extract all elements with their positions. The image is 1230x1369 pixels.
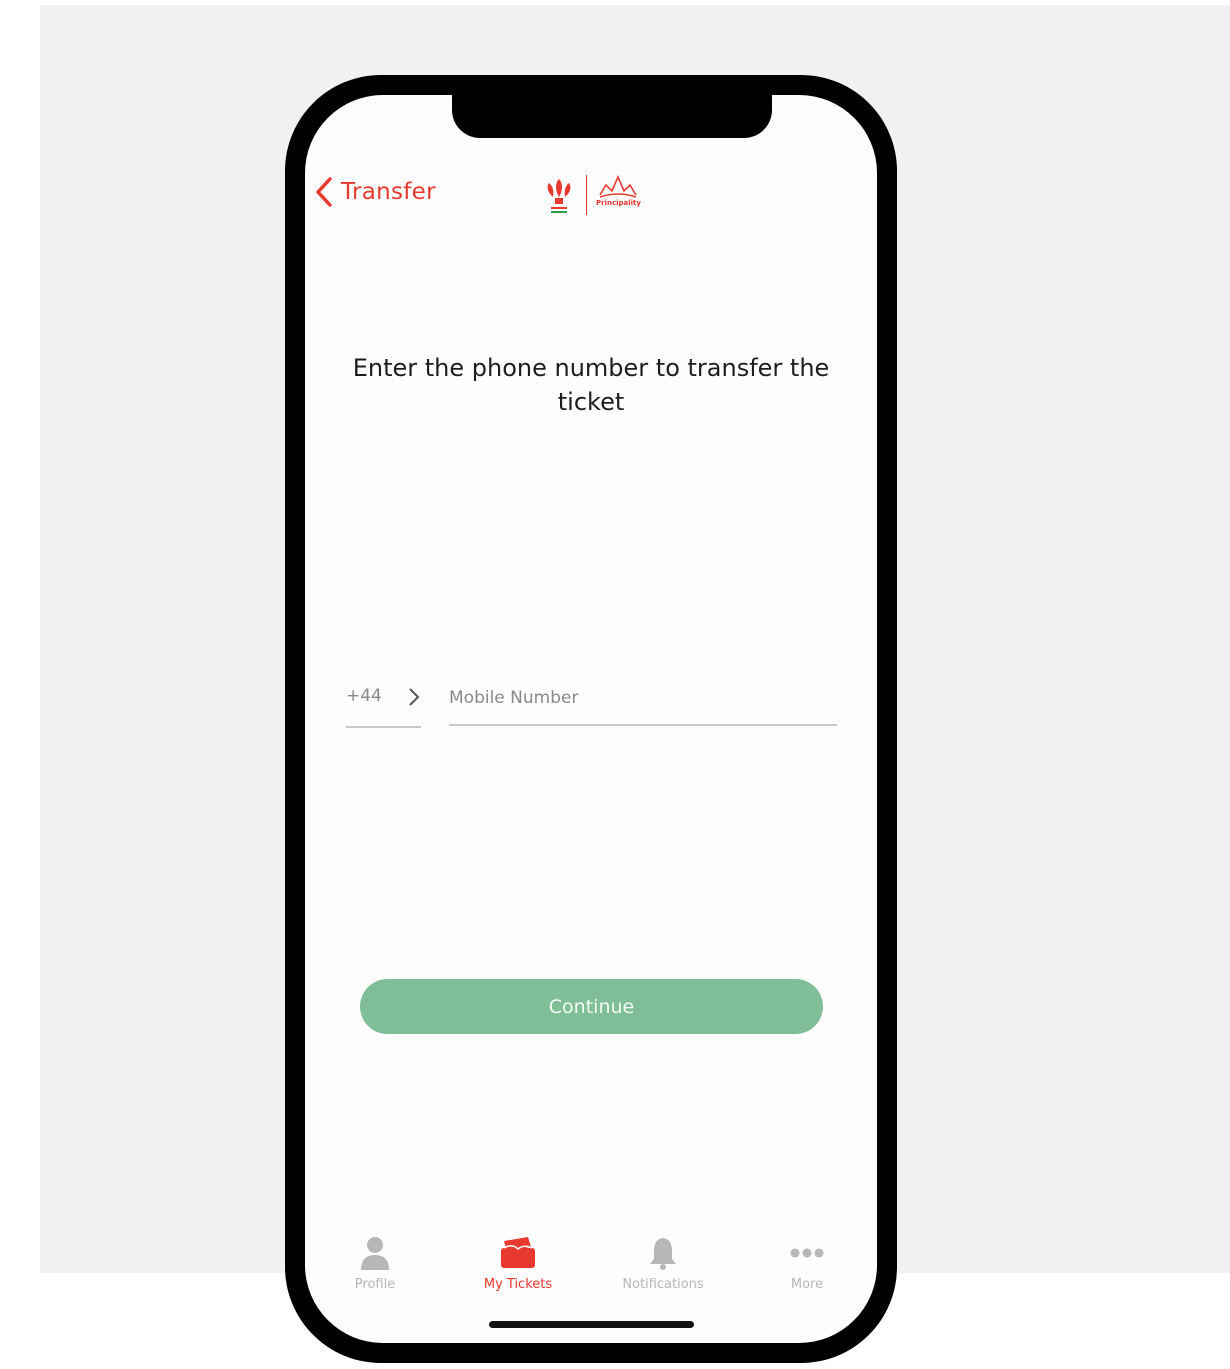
tab-profile[interactable]: Profile <box>315 1235 435 1292</box>
tickets-icon <box>501 1237 535 1268</box>
tab-more[interactable]: More <box>747 1235 867 1292</box>
stadium-logo-icon <box>599 174 637 198</box>
back-label: Transfer <box>341 179 436 205</box>
chevron-right-icon <box>409 688 420 706</box>
logo-text: Principality <box>596 199 641 207</box>
tab-label: My Tickets <box>483 1277 553 1292</box>
tab-my-tickets[interactable]: My Tickets <box>458 1235 578 1292</box>
logo-divider <box>586 175 587 215</box>
back-button[interactable]: Transfer <box>315 177 436 207</box>
mobile-number-input[interactable] <box>449 684 837 726</box>
tab-notifications[interactable]: Notifications <box>603 1235 723 1292</box>
continue-button[interactable]: Continue <box>360 979 823 1034</box>
tab-label: Profile <box>354 1277 396 1292</box>
chevron-left-icon <box>316 177 332 207</box>
country-code-selector[interactable]: +44 <box>346 686 421 728</box>
tab-label: Notifications <box>622 1277 704 1292</box>
tab-label: More <box>790 1277 824 1292</box>
feathers-logo-icon <box>547 179 571 213</box>
transfer-prompt: Enter the phone number to transfer the t… <box>352 354 830 416</box>
phone-frame: Transfer Principality Enter the phone nu… <box>285 75 897 1363</box>
more-icon <box>790 1248 824 1258</box>
country-code: +44 <box>346 686 382 706</box>
phone-screen: Transfer Principality Enter the phone nu… <box>305 95 877 1343</box>
app-logo: Principality <box>541 172 641 218</box>
phone-notch <box>452 95 772 138</box>
person-icon <box>361 1237 389 1270</box>
bell-icon <box>650 1238 676 1270</box>
home-indicator <box>489 1321 694 1328</box>
